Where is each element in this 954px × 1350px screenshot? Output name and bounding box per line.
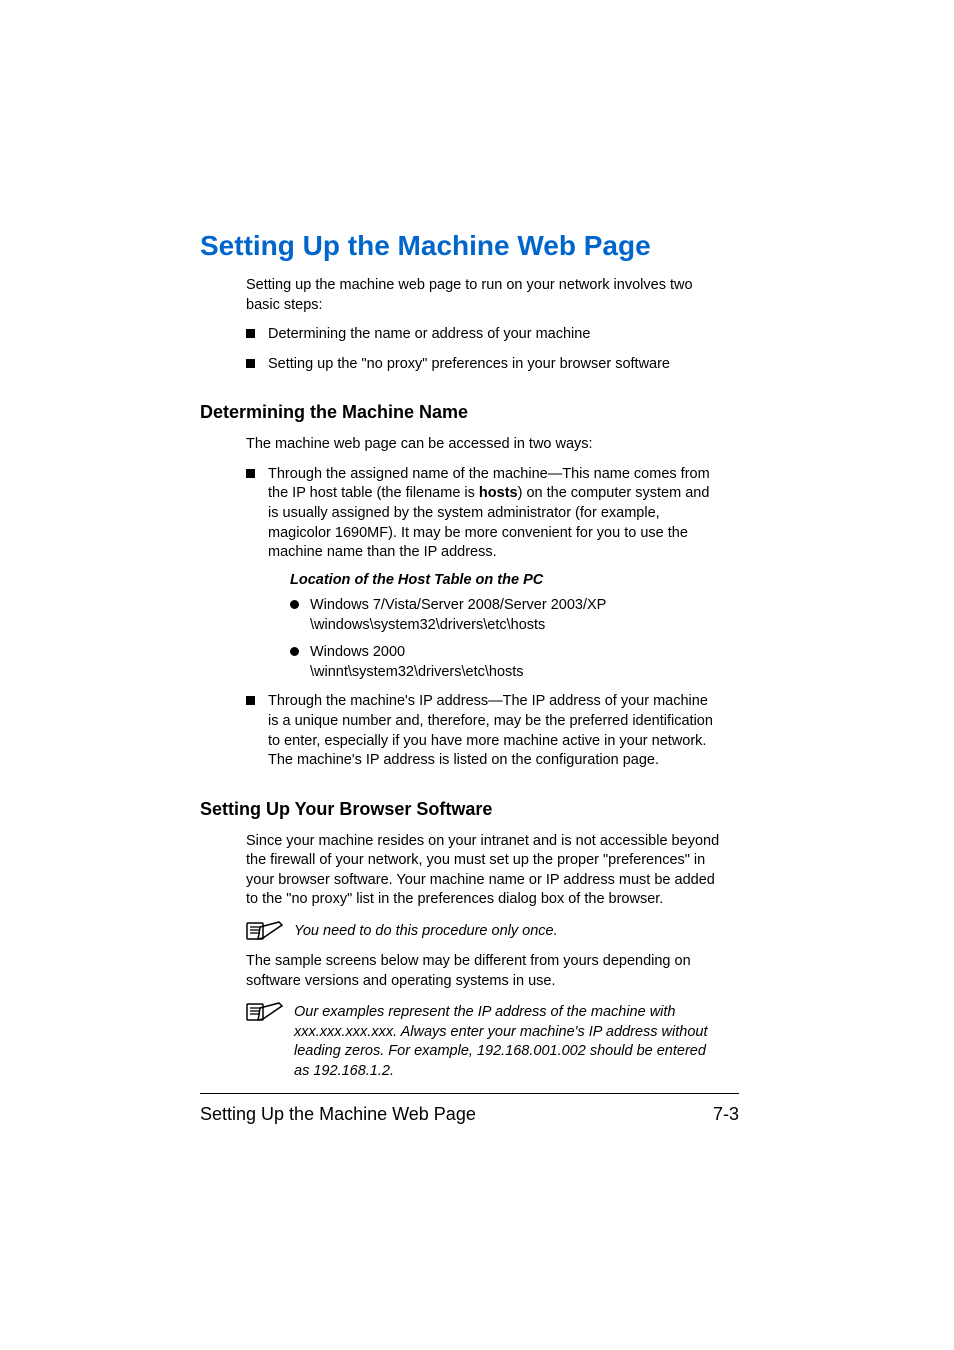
section1-lead: The machine web page can be accessed in … <box>246 435 720 455</box>
os-label: Windows 7/Vista/Server 2008/Server 2003/… <box>310 597 606 613</box>
section1-body: The machine web page can be accessed in … <box>246 435 720 770</box>
list-item: Through the machine's IP address—The IP … <box>246 692 720 770</box>
list-item: Setting up the "no proxy" preferences in… <box>246 355 720 375</box>
intro-paragraph: Setting up the machine web page to run o… <box>246 276 720 315</box>
section2-body: Since your machine resides on your intra… <box>246 832 720 1082</box>
section-heading-browser: Setting Up Your Browser Software <box>200 799 720 820</box>
os-path: \winnt\system32\drivers\etc\hosts <box>310 664 524 680</box>
footer-row: Setting Up the Machine Web Page 7-3 <box>200 1104 739 1125</box>
host-table-heading: Location of the Host Table on the PC <box>290 571 720 591</box>
intro-block: Setting up the machine web page to run o… <box>246 276 720 374</box>
host-table-list: Windows 7/Vista/Server 2008/Server 2003/… <box>290 596 720 682</box>
list-item: Windows 2000 \winnt\system32\drivers\etc… <box>290 643 720 682</box>
note-text: You need to do this procedure only once. <box>284 920 558 942</box>
list-item: Determining the name or address of your … <box>246 325 720 345</box>
os-label: Windows 2000 <box>310 644 405 660</box>
footer-rule <box>200 1093 739 1094</box>
section-heading-determining: Determining the Machine Name <box>200 402 720 423</box>
section2-para1: Since your machine resides on your intra… <box>246 832 720 910</box>
bullet-text-bold: hosts <box>479 485 518 501</box>
note-icon <box>246 1001 284 1023</box>
section1-bullets: Through the assigned name of the machine… <box>246 465 720 771</box>
note-block: Our examples represent the IP address of… <box>246 1001 720 1081</box>
section2-para2: The sample screens below may be differen… <box>246 952 720 991</box>
content-area: Setting Up the Machine Web Page Setting … <box>200 230 720 1081</box>
document-page: Setting Up the Machine Web Page Setting … <box>0 0 954 1350</box>
page-title: Setting Up the Machine Web Page <box>200 230 720 262</box>
intro-bullet-list: Determining the name or address of your … <box>246 325 720 374</box>
footer-left: Setting Up the Machine Web Page <box>200 1104 476 1125</box>
list-item: Through the assigned name of the machine… <box>246 465 720 683</box>
page-footer: Setting Up the Machine Web Page 7-3 <box>200 1093 739 1125</box>
note-icon <box>246 920 284 942</box>
os-path: \windows\system32\drivers\etc\hosts <box>310 617 545 633</box>
footer-page-number: 7-3 <box>713 1104 739 1125</box>
note-block: You need to do this procedure only once. <box>246 920 720 942</box>
note-text: Our examples represent the IP address of… <box>284 1001 720 1081</box>
list-item: Windows 7/Vista/Server 2008/Server 2003/… <box>290 596 720 635</box>
